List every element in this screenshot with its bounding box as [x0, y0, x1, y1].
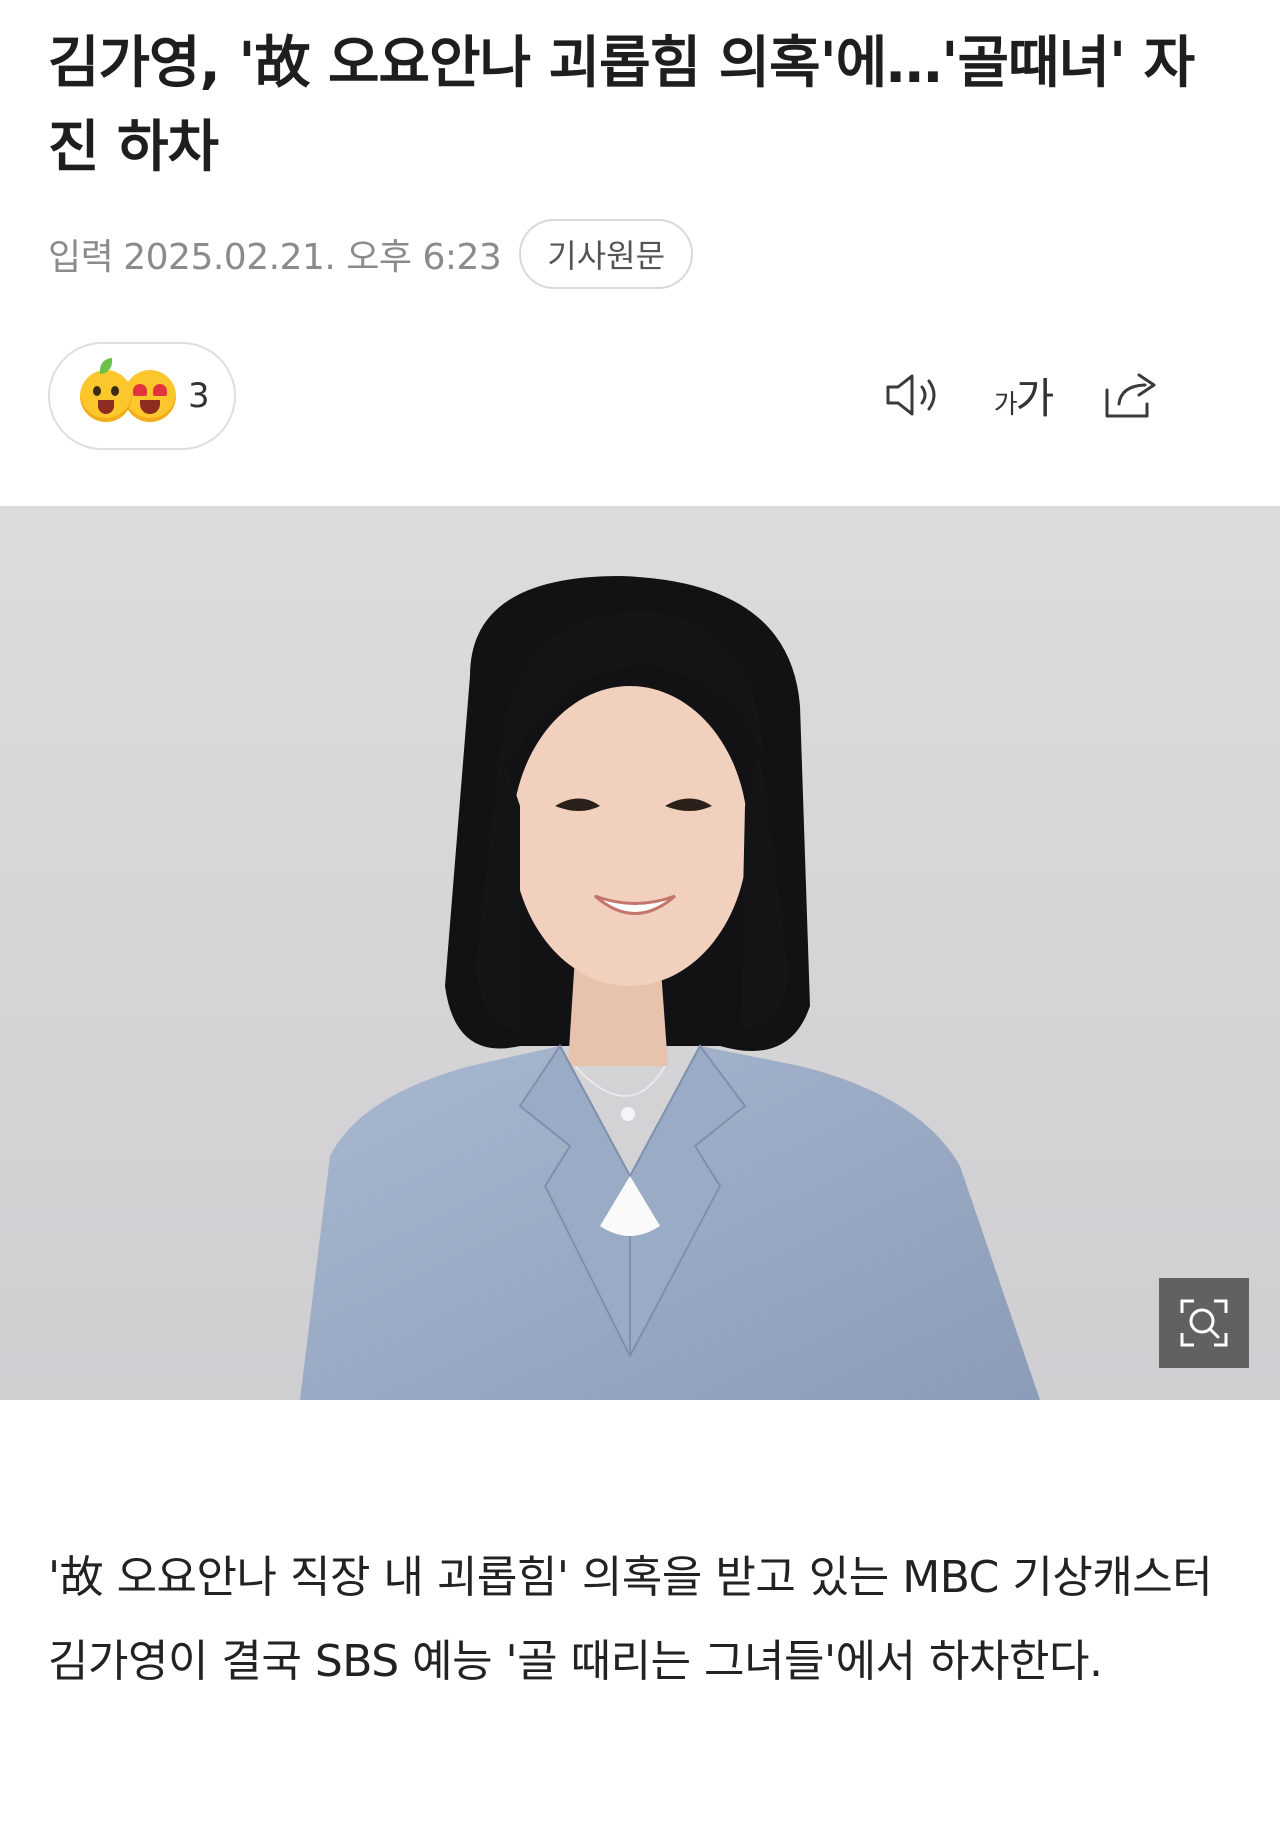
article-photo[interactable]: [0, 506, 1280, 1400]
font-size-large-label: 가: [1015, 373, 1055, 423]
article-datetime: 2025.02.21. 오후 6:23: [123, 237, 502, 278]
article-toolbar: 가가: [880, 360, 1166, 430]
font-size-button[interactable]: 가가: [988, 360, 1058, 430]
tts-speaker-icon[interactable]: [880, 360, 950, 430]
font-size-small-label: 가: [993, 389, 1018, 420]
reaction-button[interactable]: 3: [48, 342, 236, 450]
article-body: '故 오요안나 직장 내 괴롭힘' 의혹을 받고 있는 MBC 기상캐스터 김가…: [48, 1552, 1213, 1687]
article-headline: 김가영, '故 오요안나 괴롭힘 의혹'에…'골때녀' 자진 하차: [48, 31, 1195, 180]
input-label: 입력: [48, 237, 114, 278]
article-meta: 입력 2025.02.21. 오후 6:23 기사원문: [48, 218, 694, 290]
reaction-count: 3: [188, 376, 210, 416]
zoom-search-icon[interactable]: [1159, 1278, 1249, 1368]
article-date: 입력 2025.02.21. 오후 6:23: [48, 228, 502, 280]
original-article-button[interactable]: 기사원문: [519, 219, 694, 289]
surprised-emoji-icon: [80, 358, 132, 422]
share-icon[interactable]: [1096, 360, 1166, 430]
reaction-emojis: [80, 358, 180, 424]
